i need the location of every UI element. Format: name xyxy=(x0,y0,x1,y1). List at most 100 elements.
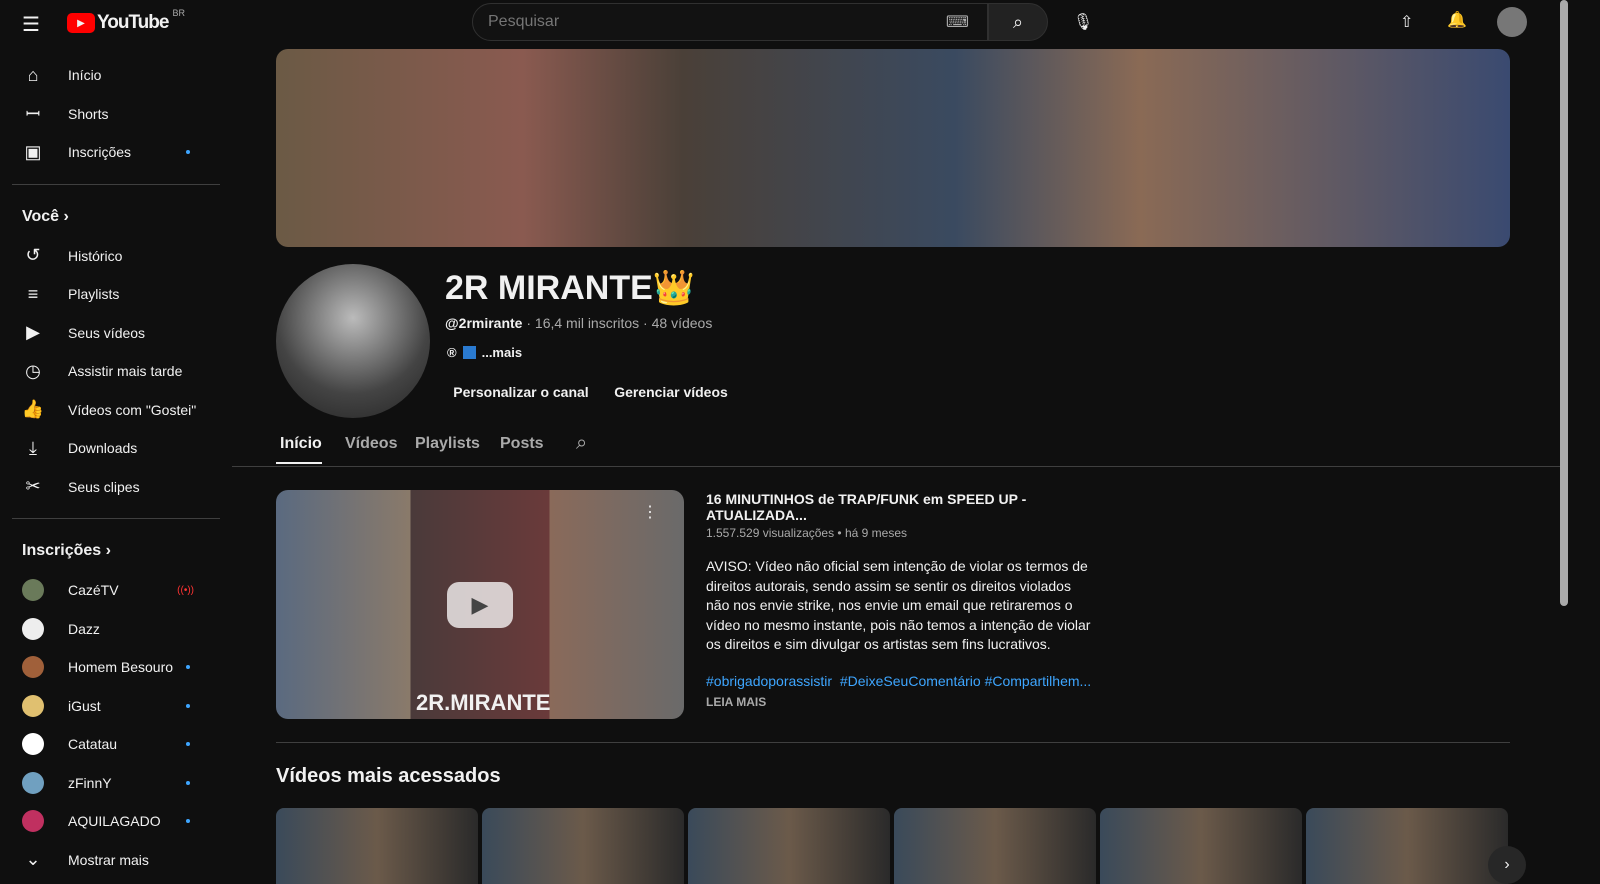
new-content-dot xyxy=(186,703,190,708)
youtube-logo[interactable]: ▶ YouTube BR xyxy=(67,8,185,34)
tabs-divider xyxy=(232,466,1560,467)
show-more-label: Mostrar mais xyxy=(68,851,149,868)
video-thumbnail[interactable] xyxy=(1100,808,1302,884)
tab-home[interactable]: Início xyxy=(280,435,322,453)
more-options-icon[interactable]: ⋮ xyxy=(642,502,658,522)
keyboard-icon[interactable]: ⌨ xyxy=(946,12,969,32)
sidebar-item[interactable]: iGust xyxy=(0,687,232,726)
you-title: Você xyxy=(22,207,60,225)
search-input[interactable] xyxy=(488,13,946,31)
featured-video-thumbnail[interactable]: ▶ 2R.MIRANTE ⋮ xyxy=(276,490,684,719)
sidebar-item[interactable]: ↺ Histórico xyxy=(0,237,232,276)
sidebar-item[interactable]: CazéTV ((•)) xyxy=(0,571,232,610)
section-divider xyxy=(276,742,1510,743)
sidebar-item-label: Vídeos com "Gostei" xyxy=(68,401,197,418)
tab-videos[interactable]: Vídeos xyxy=(345,435,397,453)
sidebar-item-label: Seus clipes xyxy=(68,478,140,495)
subs-section-title[interactable]: Inscrições › xyxy=(0,531,232,571)
channel-avatar xyxy=(276,264,430,418)
sidebar: ⌂ Início ꟷ Shorts ▣ Inscrições Você › ↺ Histór… xyxy=(0,56,232,879)
sidebar-item-label: Inscrições xyxy=(68,144,132,161)
read-more-button[interactable]: LEIA MAIS xyxy=(706,695,766,709)
sidebar-item[interactable]: ⤓ Downloads xyxy=(0,429,232,468)
video-thumbnail[interactable] xyxy=(482,808,684,884)
sidebar-item[interactable]: ▣ Inscrições xyxy=(0,133,232,172)
scrollbar[interactable] xyxy=(1560,0,1568,606)
channel-avatar-icon xyxy=(22,617,44,640)
show-more-button[interactable]: ⌄ Mostrar mais xyxy=(0,841,232,880)
voice-search-button[interactable]: 🎙 xyxy=(1064,3,1102,41)
search-button[interactable]: ⌕ xyxy=(988,3,1048,41)
featured-video-meta: 1.557.529 visualizações • há 9 meses xyxy=(706,526,907,540)
channel-handle: @2rmirante xyxy=(445,315,523,331)
new-content-dot xyxy=(186,819,190,824)
sidebar-item[interactable]: Homem Besouro xyxy=(0,648,232,687)
channel-description[interactable]: ® ...mais xyxy=(447,345,522,360)
next-arrow-button[interactable]: › xyxy=(1488,846,1526,884)
sidebar-item-label: Dazz xyxy=(68,620,100,637)
avatar[interactable] xyxy=(1497,7,1527,37)
sidebar-item-label: Catatau xyxy=(68,736,118,753)
new-content-dot xyxy=(186,665,190,670)
bell-icon[interactable]: 🔔 xyxy=(1447,10,1467,30)
customize-channel-button[interactable]: Personalizar o canal xyxy=(446,374,596,410)
channel-stats: · 16,4 mil inscritos · 48 vídeos xyxy=(522,315,713,331)
history-icon: ↺ xyxy=(25,245,41,266)
video-thumbnail[interactable] xyxy=(276,808,478,884)
channel-avatar-icon xyxy=(22,733,44,756)
sidebar-item[interactable]: ⌂ Início xyxy=(0,56,232,95)
sidebar-item-label: Assistir mais tarde xyxy=(68,363,183,380)
live-icon: ((•)) xyxy=(177,584,194,596)
subscriptions-icon: ▣ xyxy=(24,141,42,162)
new-content-dot xyxy=(186,150,190,155)
sidebar-item[interactable]: AQUILAGADO xyxy=(0,802,232,841)
like-icon: 👍 xyxy=(21,399,45,420)
sidebar-item[interactable]: ◷ Assistir mais tarde xyxy=(0,352,232,391)
sidebar-item[interactable]: ꟷ Shorts xyxy=(0,95,232,134)
channel-name: 2R MIRANTE👑 xyxy=(445,269,696,307)
channel-search-icon[interactable]: ⌕ xyxy=(576,432,587,455)
top-icon xyxy=(462,346,476,359)
video-thumbnail[interactable] xyxy=(1306,808,1508,884)
search-box[interactable]: ⌨ xyxy=(472,3,988,41)
hashtags[interactable]: #obrigadoporassistir #DeixeSeuComentário… xyxy=(706,673,1091,689)
channel-avatar-icon xyxy=(22,771,44,794)
manage-videos-button[interactable]: Gerenciar vídeos xyxy=(606,374,736,410)
sidebar-item-label: iGust xyxy=(68,697,101,714)
sidebar-item-label: zFinnY xyxy=(68,774,112,791)
shorts-icon: ꟷ xyxy=(25,103,41,124)
mic-icon: 🎙 xyxy=(1072,14,1094,31)
sidebar-item-label: Histórico xyxy=(68,247,123,264)
you-section-title[interactable]: Você › xyxy=(0,197,232,237)
play-icon[interactable]: ▶ xyxy=(447,582,513,628)
watch-later-icon: ◷ xyxy=(25,360,41,381)
featured-video-title[interactable]: 16 MINUTINHOS de TRAP/FUNK em SPEED UP -… xyxy=(706,491,1096,523)
sidebar-item[interactable]: ✂ Seus clipes xyxy=(0,468,232,507)
sidebar-item[interactable]: Catatau xyxy=(0,725,232,764)
video-thumbnail[interactable] xyxy=(688,808,890,884)
tab-playlists[interactable]: Playlists xyxy=(415,435,480,453)
featured-video-description: AVISO: Vídeo não oficial sem intenção de… xyxy=(706,558,1091,652)
thumbnail-watermark: 2R.MIRANTE xyxy=(416,690,551,715)
sidebar-item[interactable]: ≡ Playlists xyxy=(0,275,232,314)
upload-icon[interactable]: ⇧ xyxy=(1400,12,1413,32)
sidebar-item[interactable]: Dazz xyxy=(0,610,232,649)
chevron-down-icon: ⌄ xyxy=(25,849,41,870)
video-thumbnail[interactable] xyxy=(894,808,1096,884)
sidebar-item[interactable]: 👍 Vídeos com "Gostei" xyxy=(0,391,232,430)
more-link[interactable]: ...mais xyxy=(482,345,522,360)
tab-posts[interactable]: Posts xyxy=(500,435,544,453)
sidebar-item-label: AQUILAGADO xyxy=(68,813,161,830)
sidebar-item-label: Downloads xyxy=(68,440,138,457)
channel-avatar-icon xyxy=(22,810,44,833)
clips-icon: ✂ xyxy=(25,476,41,497)
sidebar-item[interactable]: zFinnY xyxy=(0,764,232,803)
channel-avatar-icon xyxy=(22,694,44,717)
channel-banner xyxy=(276,49,1510,247)
sidebar-item-label: Shorts xyxy=(68,105,109,122)
active-tab-indicator xyxy=(276,462,322,464)
sidebar-item[interactable]: ▶ Seus vídeos xyxy=(0,314,232,353)
sidebar-item-label: Homem Besouro xyxy=(68,659,174,676)
menu-icon[interactable]: ☰ xyxy=(22,12,40,37)
play-logo-icon: ▶ xyxy=(67,13,95,33)
